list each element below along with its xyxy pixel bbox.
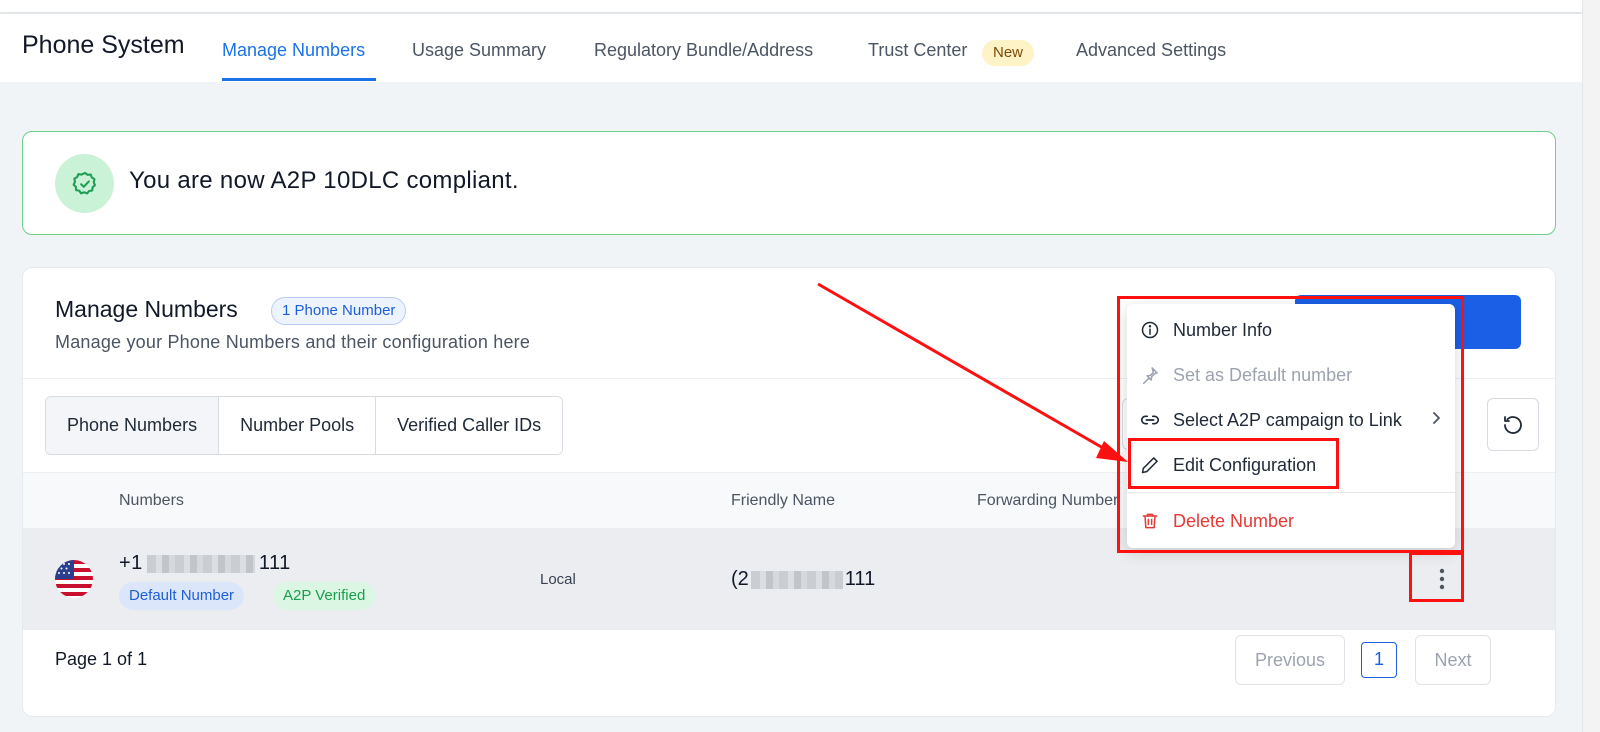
new-badge: New [982, 40, 1035, 66]
page-scrollbar[interactable] [1582, 0, 1600, 732]
top-header: Phone System Manage Numbers Usage Summar… [0, 14, 1582, 82]
number-type: Local [540, 571, 576, 588]
pencil-icon [1139, 454, 1161, 476]
page-indicator: Page 1 of 1 [55, 649, 148, 669]
menu-item-set-default[interactable]: Set as Default number [1127, 355, 1455, 395]
segment-phone-numbers[interactable]: Phone Numbers [46, 397, 220, 454]
a2p-verified-badge: A2P Verified [273, 582, 376, 610]
compliance-banner: You are now A2P 10DLC compliant. [22, 131, 1556, 235]
menu-item-delete-number[interactable]: Delete Number [1127, 501, 1455, 541]
refresh-icon [1504, 415, 1522, 434]
tab-trust-center[interactable]: Trust Center [868, 40, 967, 61]
section-subtitle: Manage your Phone Numbers and their conf… [55, 332, 531, 352]
segment-verified-caller-ids[interactable]: Verified Caller IDs [376, 397, 563, 454]
friendly-name: (2 111 [731, 568, 876, 590]
compliance-message: You are now A2P 10DLC compliant. [129, 167, 519, 194]
previous-page-button[interactable]: Previous [1235, 635, 1345, 685]
segment-control: Phone Numbers Number Pools Verified Call… [45, 396, 564, 455]
phone-number: +1 111 [119, 552, 291, 574]
tab-manage-numbers[interactable]: Manage Numbers [222, 40, 365, 61]
default-number-badge: Default Number [119, 582, 245, 610]
trash-icon [1139, 510, 1161, 532]
menu-divider [1127, 492, 1455, 493]
row-actions-kebab-icon[interactable] [1431, 564, 1453, 594]
menu-item-edit-configuration[interactable]: Edit Configuration [1127, 445, 1455, 485]
app-title: Phone System [22, 31, 185, 59]
page-number-1[interactable]: 1 [1361, 642, 1397, 678]
row-context-menu: Number Info Set as Default number Select… [1127, 304, 1455, 548]
refresh-button[interactable] [1487, 398, 1539, 451]
column-numbers: Numbers [119, 492, 184, 509]
us-flag-icon [55, 560, 93, 598]
top-strip [0, 0, 1582, 12]
column-forwarding-number: Forwarding Number [977, 492, 1119, 509]
menu-item-select-a2p-campaign[interactable]: Select A2P campaign to Link [1127, 400, 1455, 440]
tab-usage-summary[interactable]: Usage Summary [412, 40, 546, 61]
shield-check-icon [55, 154, 114, 213]
tab-advanced-settings[interactable]: Advanced Settings [1076, 40, 1226, 61]
segment-number-pools[interactable]: Number Pools [219, 397, 377, 454]
column-friendly-name: Friendly Name [731, 492, 836, 509]
section-title: Manage Numbers [55, 296, 238, 322]
next-page-button[interactable]: Next [1415, 635, 1491, 685]
info-icon [1139, 319, 1161, 341]
redacted-digits [146, 554, 255, 573]
menu-item-number-info[interactable]: Number Info [1127, 310, 1455, 350]
tab-regulatory-bundle[interactable]: Regulatory Bundle/Address [594, 40, 813, 61]
link-icon [1139, 409, 1161, 431]
active-tab-underline [222, 78, 376, 81]
redacted-digits [750, 570, 843, 589]
chevron-right-icon [1431, 410, 1441, 431]
pin-icon [1139, 364, 1161, 386]
phone-count-badge: 1 Phone Number [271, 297, 407, 325]
